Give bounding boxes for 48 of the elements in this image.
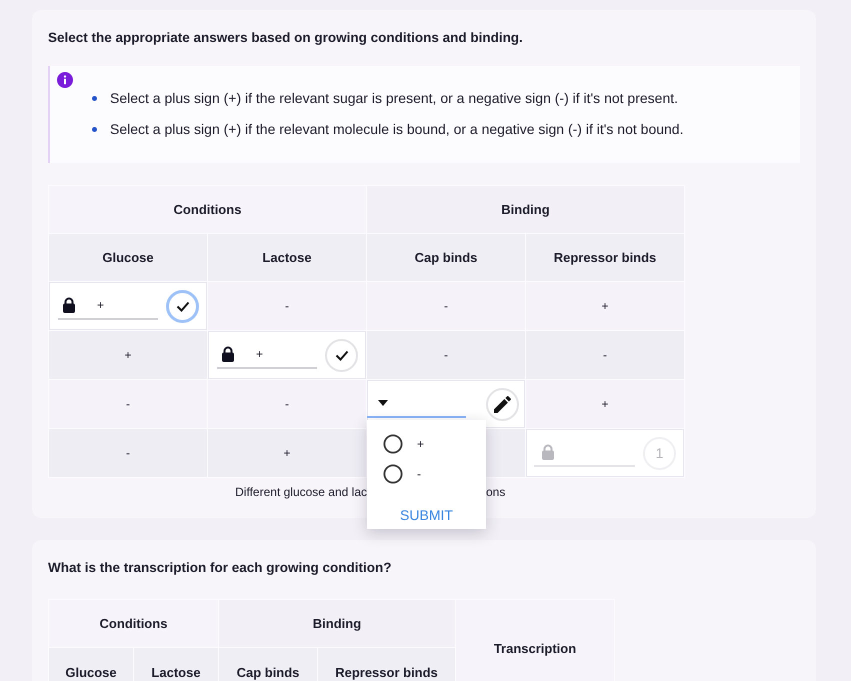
lock-icon — [221, 346, 235, 362]
column-header: Transcription — [456, 600, 614, 681]
lock-icon — [541, 444, 555, 460]
table-cell: - — [526, 331, 684, 379]
table-cell: - — [208, 282, 366, 330]
radio-option[interactable]: + — [383, 434, 424, 454]
answer-field[interactable]: + — [217, 341, 317, 369]
edit-button[interactable] — [486, 388, 519, 420]
table-caption: ons — [486, 484, 506, 500]
answer-field[interactable]: + — [58, 292, 158, 320]
check-icon — [334, 350, 348, 360]
instruction-text: Select a plus sign (+) if the relevant molecule is bound, or a negative sign (-) if it's not bound. — [110, 120, 684, 139]
table-caption: Different glucose and lac — [235, 484, 367, 500]
pencil-icon — [494, 396, 511, 412]
question-title: What is the transcription for each growing condition? — [48, 559, 392, 577]
table-cell: + — [526, 282, 684, 330]
confirm-button[interactable] — [166, 290, 199, 322]
table-cell: - — [49, 380, 207, 428]
info-icon — [57, 72, 73, 88]
column-header: Glucose — [49, 234, 207, 281]
radio-option[interactable]: - — [383, 464, 421, 484]
table-cell: - — [49, 429, 207, 477]
table-cell: - — [208, 380, 366, 428]
group-header: Conditions — [49, 600, 218, 647]
table-cell: + — [526, 380, 684, 428]
bullet-icon — [92, 126, 97, 132]
group-header: Binding — [219, 600, 455, 647]
column-header: Repressor binds — [318, 648, 455, 681]
column-header: Cap binds — [219, 648, 317, 681]
check-icon — [176, 300, 190, 312]
column-header: Repressor binds — [526, 234, 684, 281]
table-cell: - — [367, 331, 525, 379]
column-header: Lactose — [134, 648, 218, 681]
confirm-button[interactable] — [325, 338, 358, 372]
table-cell: + — [49, 331, 207, 379]
caret-icon — [378, 400, 388, 406]
question-title: Select the appropriate answers based on growing conditions and binding. — [48, 29, 523, 47]
lock-icon — [62, 297, 76, 313]
attempt-counter: 1 — [643, 436, 676, 470]
group-header: Binding — [367, 186, 684, 233]
column-header: Glucose — [49, 648, 133, 681]
group-header: Conditions — [49, 186, 366, 233]
instruction-text: Select a plus sign (+) if the relevant sugar is present, or a negative sign (-) if it's not present. — [110, 89, 678, 108]
table-cell: + — [208, 429, 366, 477]
column-header: Lactose — [208, 234, 366, 281]
column-header: Cap binds — [367, 234, 525, 281]
table-cell: - — [367, 282, 525, 330]
bullet-icon — [92, 96, 97, 100]
